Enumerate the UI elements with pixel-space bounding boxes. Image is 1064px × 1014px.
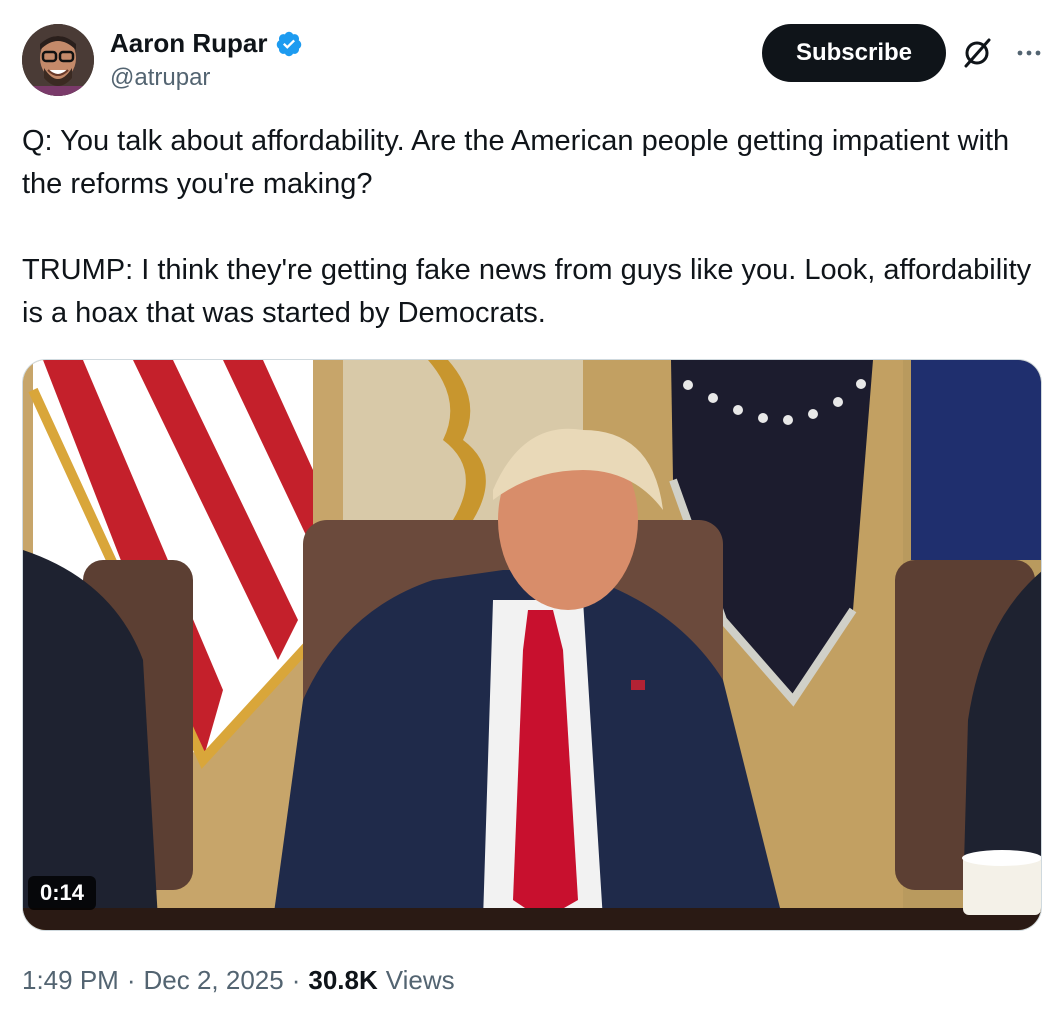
tweet-date[interactable]: Dec 2, 2025 <box>144 965 284 996</box>
subscribe-button[interactable]: Subscribe <box>762 24 946 82</box>
video-duration: 0:14 <box>28 876 97 910</box>
video-thumbnail <box>23 360 1041 930</box>
verified-badge-icon <box>277 31 302 56</box>
tweet-meta: 1:49 PM · Dec 2, 2025 · 30.8K Views <box>22 965 455 996</box>
author-name[interactable]: Aaron Rupar <box>110 28 267 59</box>
avatar[interactable] <box>22 24 94 96</box>
meta-separator: · <box>291 965 301 995</box>
video-player[interactable] <box>22 359 1042 931</box>
tweet-time[interactable]: 1:49 PM <box>22 965 119 996</box>
author-name-row: Aaron Rupar <box>110 28 303 59</box>
author-handle[interactable]: @atrupar <box>110 64 210 92</box>
tweet-text: Q: You talk about affordability. Are the… <box>22 125 1032 329</box>
views-count[interactable]: 30.8K <box>308 965 377 996</box>
more-icon[interactable] <box>1012 36 1046 70</box>
meta-separator: · <box>126 965 136 995</box>
tweet-header: Aaron Rupar @atrupar Subscribe <box>22 22 1042 98</box>
grok-icon[interactable] <box>960 36 994 70</box>
views-label: Views <box>385 965 455 995</box>
